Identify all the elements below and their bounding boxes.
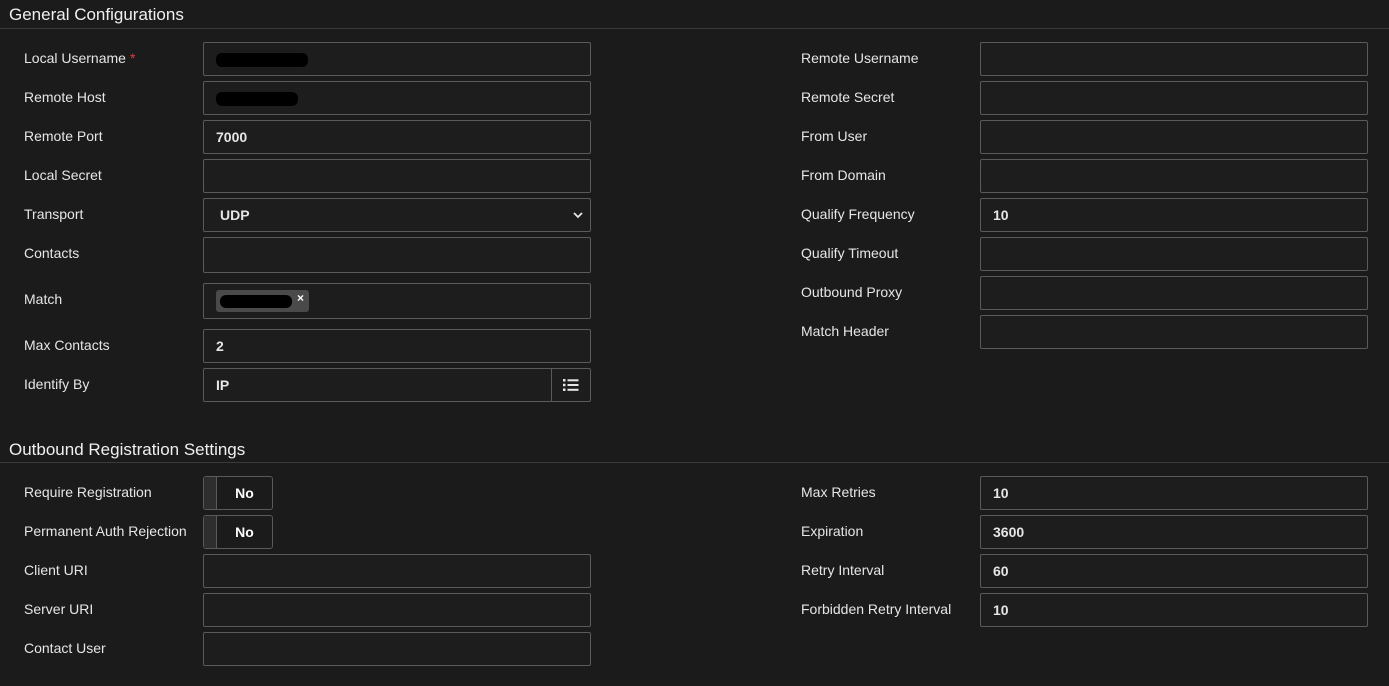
max-contacts-value: 2 [216,338,224,354]
server-uri-input[interactable] [203,593,591,627]
contacts-input[interactable] [203,237,591,273]
permanent-auth-rejection-toggle[interactable]: No [203,515,273,549]
max-contacts-input[interactable]: 2 [203,329,591,363]
max-contacts-label: Max Contacts [24,337,110,353]
match-header-label: Match Header [801,323,889,339]
match-header-input[interactable] [980,315,1368,349]
forbidden-retry-interval-label: Forbidden Retry Interval [801,601,952,617]
transport-label: Transport [24,206,84,222]
server-uri-label: Server URI [24,601,94,617]
outbound-proxy-label: Outbound Proxy [801,284,903,300]
local-username-input[interactable] [203,42,591,76]
general-configurations-title: General Configurations [9,5,184,24]
match-tags-input[interactable]: × [203,283,591,319]
identify-by-options-button[interactable] [551,368,591,402]
local-secret-input[interactable] [203,159,591,193]
from-domain-input[interactable] [980,159,1368,193]
remote-port-value: 7000 [216,129,248,145]
qualify-frequency-value: 10 [993,207,1009,223]
list-icon [563,379,579,391]
qualify-timeout-input[interactable] [980,237,1368,271]
section-divider [0,28,1389,29]
from-domain-label: From Domain [801,167,886,183]
require-registration-label: Require Registration [24,484,152,500]
qualify-frequency-input[interactable]: 10 [980,198,1368,232]
require-registration-toggle[interactable]: No [203,476,273,510]
contact-user-input[interactable] [203,632,591,666]
remote-username-input[interactable] [980,42,1368,76]
qualify-frequency-label: Qualify Frequency [801,206,915,222]
redacted-value [216,92,298,106]
from-user-input[interactable] [980,120,1368,154]
max-retries-input[interactable]: 10 [980,476,1368,510]
client-uri-input[interactable] [203,554,591,588]
contacts-label: Contacts [24,245,80,261]
retry-interval-value: 60 [993,563,1009,579]
contact-user-label: Contact User [24,640,106,656]
local-secret-label: Local Secret [24,167,102,183]
from-user-label: From User [801,128,868,144]
toggle-knob [204,477,217,509]
match-tag: × [216,290,309,312]
remote-host-label: Remote Host [24,89,106,105]
required-marker: * [129,50,136,66]
permanent-auth-rejection-value: No [235,524,254,540]
outbound-registration-title: Outbound Registration Settings [9,440,246,459]
toggle-knob [204,516,217,548]
local-username-label: Local Username * [24,50,135,66]
chevron-down-icon [573,212,583,219]
identify-by-input[interactable]: IP [203,368,552,402]
match-label: Match [24,291,63,307]
remote-secret-label: Remote Secret [801,89,895,105]
remote-port-input[interactable]: 7000 [203,120,591,154]
remote-secret-input[interactable] [980,81,1368,115]
transport-value: UDP [220,207,250,223]
require-registration-value: No [235,485,254,501]
max-retries-value: 10 [993,485,1009,501]
remote-host-input[interactable] [203,81,591,115]
local-username-label-text: Local Username [24,50,126,66]
retry-interval-label: Retry Interval [801,562,885,578]
identify-by-label: Identify By [24,376,90,392]
transport-select[interactable]: UDP [203,198,591,232]
remote-port-label: Remote Port [24,128,103,144]
forbidden-retry-interval-input[interactable]: 10 [980,593,1368,627]
expiration-value: 3600 [993,524,1025,540]
section-divider [0,462,1389,463]
expiration-label: Expiration [801,523,864,539]
redacted-value [220,295,292,308]
expiration-input[interactable]: 3600 [980,515,1368,549]
outbound-proxy-input[interactable] [980,276,1368,310]
redacted-value [216,53,308,67]
max-retries-label: Max Retries [801,484,876,500]
identify-by-value: IP [216,377,230,393]
client-uri-label: Client URI [24,562,88,578]
forbidden-retry-interval-value: 10 [993,602,1009,618]
remote-username-label: Remote Username [801,50,919,66]
retry-interval-input[interactable]: 60 [980,554,1368,588]
tag-remove-icon[interactable]: × [297,291,304,305]
qualify-timeout-label: Qualify Timeout [801,245,899,261]
permanent-auth-rejection-label: Permanent Auth Rejection [24,523,187,539]
